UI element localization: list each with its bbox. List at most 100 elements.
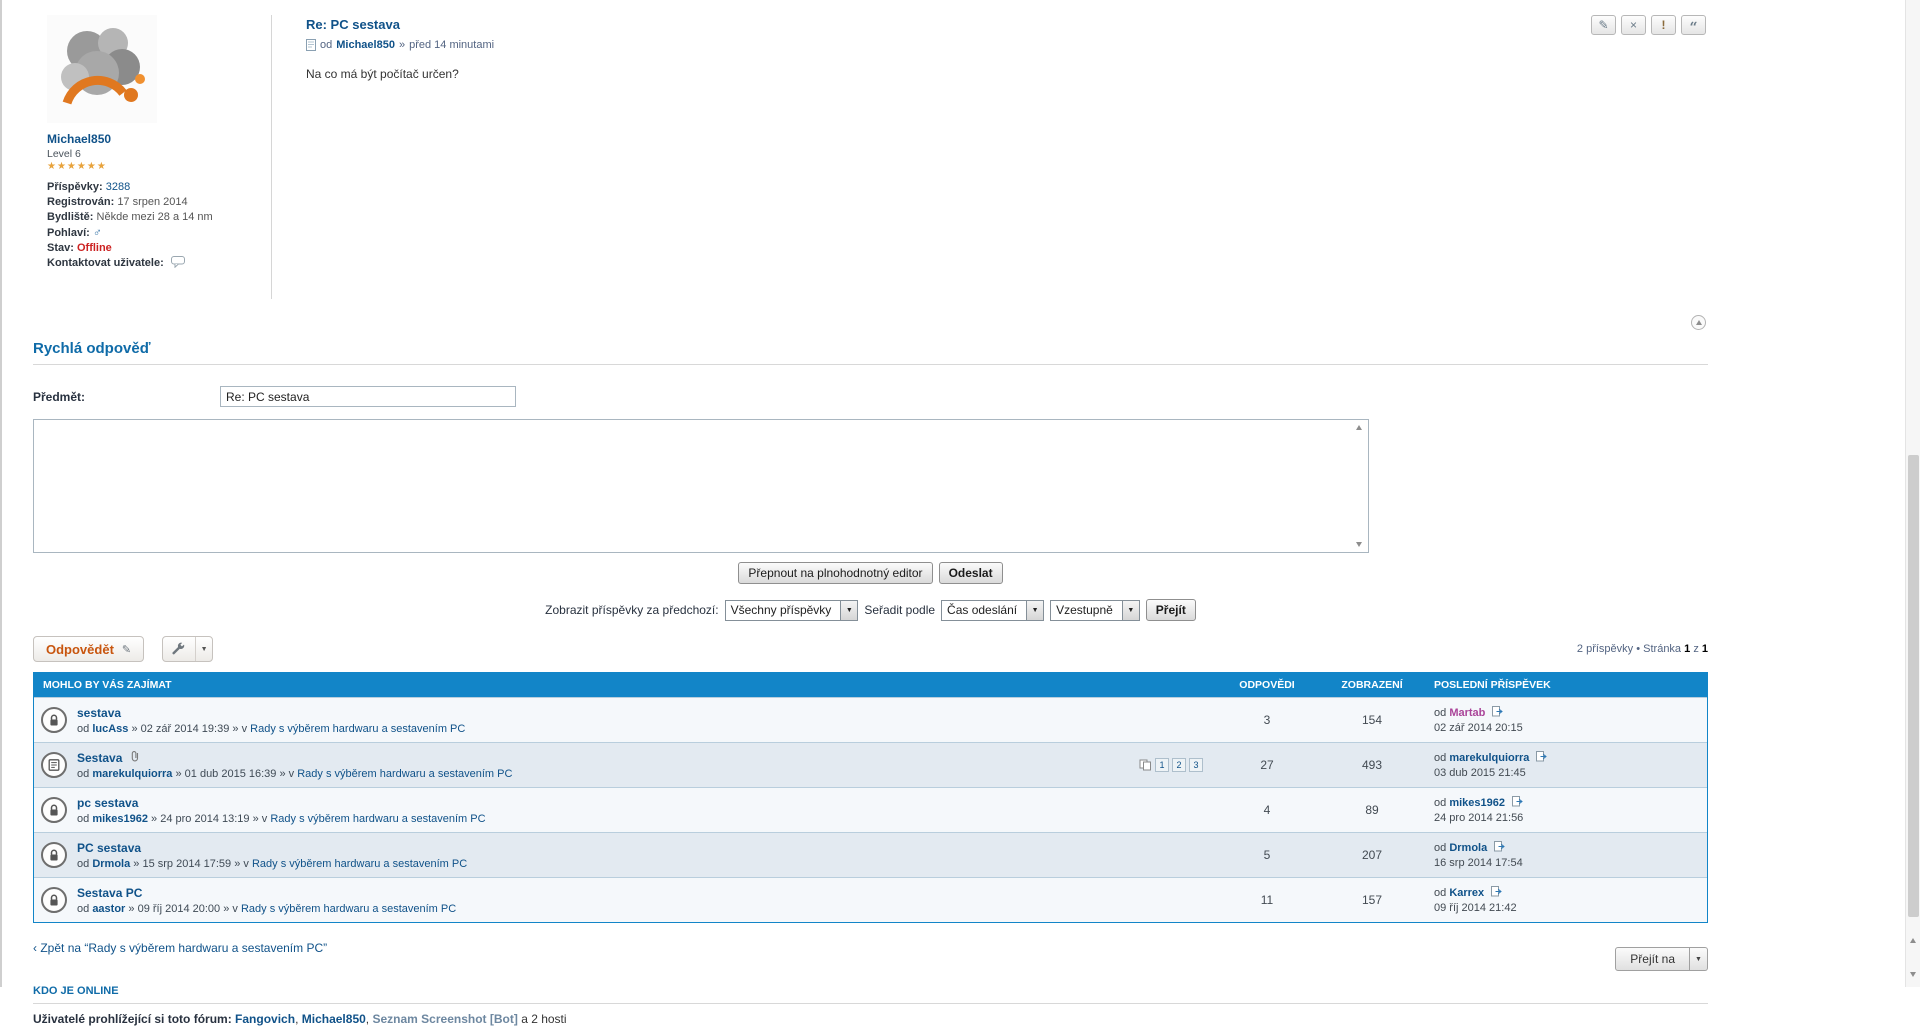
message-textarea[interactable] <box>33 419 1369 553</box>
subject-label: Předmět: <box>33 390 220 404</box>
profile-gender: Pohlaví: ♂ <box>47 225 271 241</box>
topic-author-link[interactable]: lucAss <box>92 723 128 735</box>
scrollbar-up-icon[interactable] <box>1910 938 1916 943</box>
last-post-author-link[interactable]: Martab <box>1449 707 1485 719</box>
goto-last-post-icon[interactable] <box>1492 706 1504 718</box>
last-post-author-link[interactable]: Karrex <box>1449 887 1484 899</box>
profile-posts: Příspěvky: 3288 <box>47 180 271 195</box>
topic-author-link[interactable]: aastor <box>92 903 125 915</box>
header-replies: ODPOVĚDI <box>1217 679 1317 691</box>
post-meta: od Michael850 » před 14 minutami <box>306 39 1708 51</box>
show-posts-select[interactable]: Všechny příspěvky ▼ <box>725 600 859 621</box>
submit-button[interactable]: Odeslat <box>939 562 1003 584</box>
replies-count: 5 <box>1217 848 1317 862</box>
topic-title-link[interactable]: pc sestava <box>77 796 138 810</box>
quote-post-button[interactable]: “ <box>1681 15 1706 35</box>
profile-username-link[interactable]: Michael850 <box>47 132 111 146</box>
locked-topic-icon <box>41 842 67 868</box>
vertical-scrollbar[interactable] <box>1905 0 1920 987</box>
last-post-author-link[interactable]: mikes1962 <box>1449 797 1505 809</box>
online-user-link[interactable]: Michael850 <box>302 1012 366 1026</box>
post: Michael850 Level 6 ★★★★★★ Příspěvky: 328… <box>33 0 1708 299</box>
jump-to-control: Přejít na ▼ <box>1615 947 1708 971</box>
scroll-down-icon[interactable] <box>1356 542 1362 547</box>
jump-to-dropdown[interactable]: ▼ <box>1690 947 1708 971</box>
subject-row: Předmět: <box>33 386 1708 407</box>
edit-post-button[interactable]: ✎ <box>1591 15 1616 35</box>
goto-last-post-icon[interactable] <box>1494 841 1506 853</box>
profile-registered: Registrován: 17 srpen 2014 <box>47 195 271 210</box>
display-options: Zobrazit příspěvky za předchozí: Všechny… <box>33 599 1708 621</box>
chevron-down-icon: ▼ <box>1695 956 1702 963</box>
forum-link[interactable]: Rady s výběrem hardwaru a sestavením PC <box>297 768 512 780</box>
page-link[interactable]: 3 <box>1189 758 1203 772</box>
bottom-row: ‹ Zpět na “Rady s výběrem hardwaru a ses… <box>33 941 1708 971</box>
views-count: 154 <box>1317 713 1427 727</box>
post-author-link[interactable]: Michael850 <box>336 39 395 51</box>
header-views: ZOBRAZENÍ <box>1317 679 1427 691</box>
forum-link[interactable]: Rady s výběrem hardwaru a sestavením PC <box>270 813 485 825</box>
profile-contact: Kontaktovat uživatele: <box>47 256 271 271</box>
window-left-edge <box>0 0 2 987</box>
chevron-down-icon: ▼ <box>1026 601 1043 620</box>
forum-link[interactable]: Rady s výběrem hardwaru a sestavením PC <box>252 858 467 870</box>
sort-direction-select[interactable]: Vzestupně ▼ <box>1050 600 1140 621</box>
male-gender-icon: ♂ <box>93 225 102 239</box>
topic-tools-dropdown[interactable]: ▼ <box>195 637 212 661</box>
chevron-down-icon: ▼ <box>1122 601 1139 620</box>
go-button[interactable]: Přejít <box>1146 599 1196 621</box>
topic-title-link[interactable]: sestava <box>77 706 121 720</box>
post-tools: ✎ × ! “ <box>1591 15 1706 35</box>
last-post-cell: od Martab 02 zář 2014 20:15 <box>1427 702 1707 738</box>
last-post-author-link[interactable]: Drmola <box>1449 842 1487 854</box>
jump-to-button[interactable]: Přejít na <box>1615 947 1690 971</box>
replies-count: 4 <box>1217 803 1317 817</box>
goto-last-post-icon[interactable] <box>1536 751 1548 763</box>
topic-author-link[interactable]: Drmola <box>92 858 130 870</box>
subject-input[interactable] <box>220 386 516 407</box>
scrollbar-thumb[interactable] <box>1908 455 1919 917</box>
scrollbar-down-icon[interactable] <box>1910 972 1916 977</box>
post-title[interactable]: Re: PC sestava <box>306 17 1708 32</box>
guest-count: a 2 hosti <box>521 1012 566 1026</box>
last-post-cell: od Karrex 09 říj 2014 21:42 <box>1427 882 1707 918</box>
back-to-top-button[interactable] <box>1691 315 1706 330</box>
sort-by-label: Seřadit podle <box>864 603 935 617</box>
quick-reply-heading: Rychlá odpověď <box>33 340 1708 365</box>
page-link[interactable]: 1 <box>1155 758 1169 772</box>
forum-link[interactable]: Rady s výběrem hardwaru a sestavením PC <box>250 723 465 735</box>
full-editor-button[interactable]: Přepnout na plnohodnotný editor <box>738 562 932 584</box>
views-count: 207 <box>1317 848 1427 862</box>
scroll-up-icon[interactable] <box>1356 425 1362 430</box>
page-link[interactable]: 2 <box>1172 758 1186 772</box>
back-to-forum-link[interactable]: ‹ Zpět na “Rady s výběrem hardwaru a ses… <box>33 941 327 955</box>
goto-last-post-icon[interactable] <box>1491 886 1503 898</box>
sort-by-select[interactable]: Čas odeslání ▼ <box>941 600 1044 621</box>
goto-last-post-icon[interactable] <box>1512 796 1524 808</box>
last-post-author-link[interactable]: marekulquiorra <box>1449 752 1529 764</box>
back-arrow-icon: ‹ <box>33 941 37 955</box>
posts-count-link[interactable]: 3288 <box>106 181 130 193</box>
topic-title-link[interactable]: Sestava PC <box>77 886 142 900</box>
report-post-button[interactable]: ! <box>1651 15 1676 35</box>
wrench-button[interactable] <box>163 637 195 661</box>
forum-link[interactable]: Rady s výběrem hardwaru a sestavením PC <box>241 903 456 915</box>
topic-title-link[interactable]: Sestava <box>77 751 122 765</box>
pagination-info: 2 příspěvky • Stránka 1 z 1 <box>1577 643 1708 655</box>
textarea-scrollbar[interactable] <box>1350 420 1368 552</box>
post-time: před 14 minutami <box>409 39 494 51</box>
related-topics-table: MOHLO BY VÁS ZAJÍMAT ODPOVĚDI ZOBRAZENÍ … <box>33 672 1708 923</box>
last-post-cell: od mikes1962 24 pro 2014 21:56 <box>1427 792 1707 828</box>
locked-topic-icon <box>41 887 67 913</box>
views-count: 493 <box>1317 758 1427 772</box>
delete-post-button[interactable]: × <box>1621 15 1646 35</box>
topic-title-link[interactable]: PC sestava <box>77 841 141 855</box>
reply-button[interactable]: Odpovědět ✎ <box>33 636 144 662</box>
forum-page: Michael850 Level 6 ★★★★★★ Příspěvky: 328… <box>33 0 1708 1036</box>
table-row: Sestava od marekulquiorra » 01 dub 2015 … <box>34 742 1707 787</box>
multipage-icon <box>1139 759 1152 771</box>
online-user-link[interactable]: Fangovich <box>235 1012 295 1026</box>
contact-message-icon[interactable] <box>171 256 186 268</box>
topic-author-link[interactable]: marekulquiorra <box>92 768 172 780</box>
topic-author-link[interactable]: mikes1962 <box>92 813 148 825</box>
